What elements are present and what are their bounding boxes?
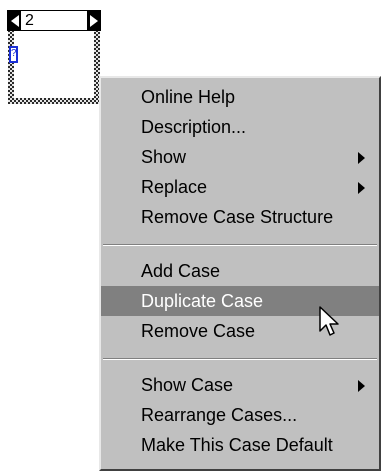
selector-terminal[interactable]: ?	[9, 46, 18, 63]
case-selector[interactable]: 2	[7, 10, 101, 31]
menu-item-show-case[interactable]: Show Case	[101, 370, 379, 400]
menu-item-description[interactable]: Description...	[101, 112, 379, 142]
submenu-arrow-icon	[358, 380, 365, 392]
menu-item-label: Add Case	[141, 261, 221, 281]
mouse-pointer-icon	[319, 306, 339, 336]
menu-item-label: Remove Case	[141, 321, 256, 341]
menu-item-add-case[interactable]: Add Case	[101, 256, 379, 286]
menu-group-general: Online Help Description... Show Replace …	[101, 78, 379, 232]
menu-separator	[103, 244, 377, 246]
menu-item-replace[interactable]: Replace	[101, 172, 379, 202]
menu-item-label: Show	[141, 147, 187, 167]
menu-item-label: Make This Case Default	[141, 435, 333, 455]
submenu-arrow-icon	[358, 152, 365, 164]
submenu-arrow-icon	[358, 182, 365, 194]
menu-item-remove-case-structure[interactable]: Remove Case Structure	[101, 202, 379, 232]
menu-item-label: Show Case	[141, 375, 234, 395]
menu-item-make-default[interactable]: Make This Case Default	[101, 430, 379, 460]
menu-separator	[103, 358, 377, 360]
menu-item-label: Remove Case Structure	[141, 207, 334, 227]
menu-group-case-order: Show Case Rearrange Cases... Make This C…	[101, 370, 379, 460]
menu-item-label: Duplicate Case	[141, 291, 264, 311]
context-menu: Online Help Description... Show Replace …	[99, 76, 381, 471]
increment-arrow-icon[interactable]	[87, 11, 100, 30]
menu-item-label: Description...	[141, 117, 247, 137]
menu-item-online-help[interactable]: Online Help	[101, 82, 379, 112]
menu-item-label: Rearrange Cases...	[141, 405, 298, 425]
menu-item-label: Replace	[141, 177, 208, 197]
menu-item-rearrange-cases[interactable]: Rearrange Cases...	[101, 400, 379, 430]
menu-item-label: Online Help	[141, 87, 236, 107]
menu-item-show[interactable]: Show	[101, 142, 379, 172]
case-selector-value: 2	[25, 12, 34, 29]
decrement-arrow-icon[interactable]	[8, 11, 21, 30]
